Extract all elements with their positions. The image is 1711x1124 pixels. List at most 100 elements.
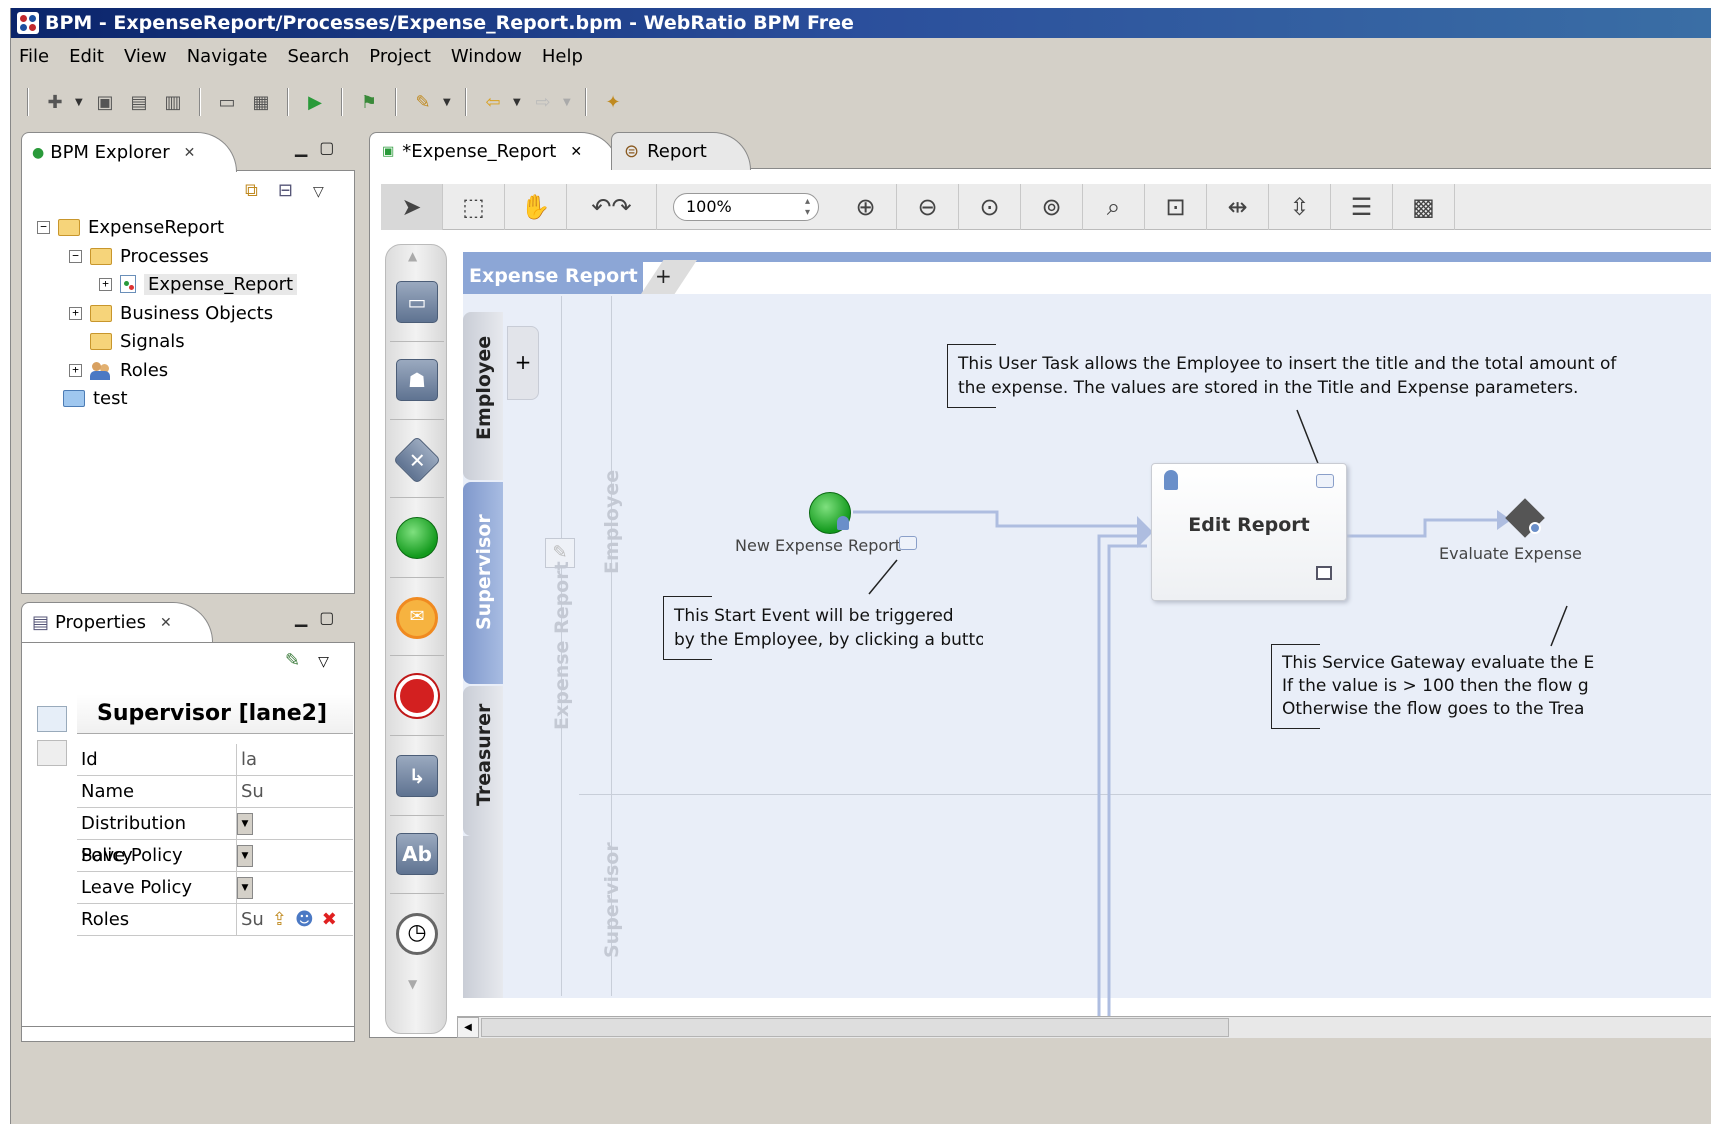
editor-tab-report[interactable]: ⊜ Report [611,132,751,170]
dropdown-arrow-icon[interactable]: ▼ [237,876,253,899]
palette-pool-tool[interactable]: ▭ [394,279,440,325]
menu-search[interactable]: Search [287,46,349,67]
magic-wand-icon[interactable]: ✦ [599,88,627,116]
property-value[interactable]: Su ⇪ ☻ ✖ [237,904,353,935]
collapse-icon[interactable]: − [69,249,82,263]
menu-help[interactable]: Help [542,46,583,67]
tree-item-signals[interactable]: Signals [90,328,185,354]
new-dropdown-icon[interactable]: ▼ [75,97,85,108]
palette-gateway-tool[interactable]: ✕ [392,435,442,485]
palette-flow-tool[interactable]: ↳ [394,753,440,799]
comment-bubble-icon[interactable] [899,536,917,550]
subprocess-icon[interactable] [1316,566,1332,580]
pin-icon[interactable]: ✎ [285,650,318,671]
new-icon[interactable]: ✚ [41,88,69,116]
print-icon[interactable]: ▥ [159,88,187,116]
properties-minmax-icons[interactable]: ▁▢ [295,608,346,627]
scroll-thumb[interactable] [481,1018,1229,1037]
palette-start-event-tool[interactable] [394,515,440,561]
collapse-all-icon[interactable]: ⧉ [245,180,278,201]
wand-icon[interactable]: ✎ [409,88,437,116]
explorer-minmax-icons[interactable]: ▁▢ [295,138,346,157]
leave-policy-select[interactable]: ▼ [237,872,353,903]
property-value[interactable]: Su [237,776,353,807]
tree-item-expensereport[interactable]: − ExpenseReport [37,214,224,240]
editor-tab-expense-report[interactable]: ▣ *Expense_Report ✕ [369,132,619,170]
save-icon[interactable]: ▣ [91,88,119,116]
palette-scroll-down-icon[interactable]: ▼ [408,977,417,991]
user-task-edit-report[interactable]: Edit Report [1151,463,1347,601]
annotation-gateway[interactable]: This Service Gateway evaluate the E If t… [1271,644,1711,729]
forward-arrow-icon[interactable]: ⇨ [529,88,557,116]
save-policy-select[interactable]: ▼ [237,840,353,871]
palette-text-tool[interactable]: Ab [394,831,440,877]
expand-icon[interactable]: + [99,277,112,291]
dropdown-arrow-icon[interactable]: ▼ [237,844,253,867]
pan-hand-icon[interactable]: ✋ [505,183,567,230]
distribute-vertical-icon[interactable]: ⇳ [1269,183,1331,230]
zoom-fit-icon[interactable]: ⊙ [959,183,1021,230]
back-arrow-icon[interactable]: ⇦ [479,88,507,116]
view-menu-icon[interactable]: ▽ [313,184,344,200]
tree-item-expense-report[interactable]: + Expense_Report [99,271,298,297]
palette-task-tool[interactable]: ☗ [394,357,440,403]
save-all-icon[interactable]: ▤ [125,88,153,116]
bpm-explorer-tab[interactable]: ● BPM Explorer ✕ [21,132,237,172]
close-icon[interactable]: ✕ [570,144,582,160]
properties-general-icon[interactable] [37,706,67,732]
palette-timer-tool[interactable]: ◷ [394,911,440,957]
roles-icon[interactable]: ☻ [295,904,314,936]
dropdown-arrow-icon[interactable]: ▼ [237,812,253,835]
tree-item-business-objects[interactable]: + Business Objects [69,300,273,326]
window-split-icon[interactable]: ▦ [247,88,275,116]
annotation-user-task[interactable]: This User Task allows the Employee to in… [947,344,1711,408]
forward-dropdown-icon[interactable]: ▼ [563,97,573,108]
view-menu-icon[interactable]: ▽ [318,654,347,670]
scroll-left-icon[interactable]: ◀ [457,1017,479,1038]
close-icon[interactable]: ✕ [160,615,172,631]
generate-icon[interactable]: ⚑ [355,88,383,116]
comment-bubble-icon[interactable] [1316,474,1334,488]
menu-window[interactable]: Window [451,46,522,67]
back-dropdown-icon[interactable]: ▼ [513,97,523,108]
horizontal-scrollbar[interactable]: ◀ [457,1016,1711,1038]
tree-item-processes[interactable]: − Processes [69,243,209,269]
palette-intermediate-event-tool[interactable]: ✉ [394,595,440,641]
collapse-icon[interactable]: − [37,220,50,234]
properties-message-icon[interactable] [37,740,67,766]
property-value[interactable]: la [237,744,353,775]
palette-scroll-up-icon[interactable]: ▲ [408,249,417,263]
align-list-icon[interactable]: ☰ [1331,183,1393,230]
properties-tab[interactable]: ▤ Properties ✕ [21,602,213,642]
run-process-icon[interactable]: ▶ [301,88,329,116]
menu-view[interactable]: View [124,46,167,67]
tree-item-test[interactable]: test [63,385,128,411]
menu-project[interactable]: Project [369,46,431,67]
delete-icon[interactable]: ✖ [322,904,337,936]
tree-item-roles[interactable]: + Roles [69,357,168,383]
expand-icon[interactable]: + [69,306,82,320]
palette-end-event-tool[interactable] [394,673,440,719]
link-editor-icon[interactable]: ⊟ [278,180,313,201]
close-icon[interactable]: ✕ [184,145,196,161]
select-arrow-icon[interactable]: ➤ [381,183,443,230]
zoom-spinner[interactable]: 100% [673,192,819,221]
marquee-select-icon[interactable]: ⬚ [443,183,505,230]
distribute-horizontal-icon[interactable]: ⇹ [1207,183,1269,230]
zoom-out-icon[interactable]: ⊖ [897,183,959,230]
comment-icon[interactable]: ⊡ [1145,183,1207,230]
menu-navigate[interactable]: Navigate [187,46,268,67]
expand-icon[interactable]: + [69,363,82,377]
export-image-icon[interactable]: ▩ [1393,183,1455,230]
zoom-in-icon[interactable]: ⊕ [835,183,897,230]
menu-file[interactable]: File [19,46,49,67]
menu-edit[interactable]: Edit [69,46,104,67]
add-role-icon[interactable]: ⇪ [272,904,287,936]
zoom-page-icon[interactable]: ⊚ [1021,183,1083,230]
wand-dropdown-icon[interactable]: ▼ [443,97,453,108]
distribution-policy-select[interactable]: ▼ [237,808,353,839]
zoom-selection-icon[interactable]: ⌕ [1083,183,1145,230]
undo-redo-icon[interactable]: ↶↷ [567,183,657,230]
window-layout-icon[interactable]: ▭ [213,88,241,116]
annotation-start-event[interactable]: This Start Event will be triggered by th… [663,596,983,660]
